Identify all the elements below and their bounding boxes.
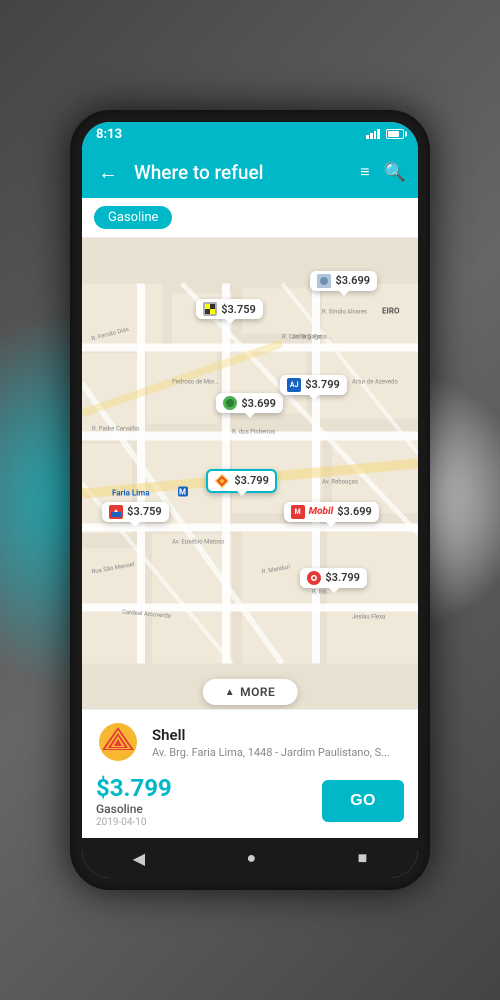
signal-icon (366, 129, 380, 139)
filter-icon[interactable]: ≡ (360, 162, 369, 182)
more-button[interactable]: ▲ MORE (203, 679, 298, 705)
station-name: Shell (152, 726, 404, 744)
more-label: MORE (240, 685, 275, 699)
svg-text:R. Simão Alvares: R. Simão Alvares (322, 309, 367, 316)
svg-text:Av. Rebouças: Av. Rebouças (322, 479, 358, 486)
back-button[interactable]: ← (94, 156, 122, 189)
pin-price-6: $3.759 (127, 505, 162, 518)
svg-text:M: M (179, 488, 186, 497)
price-pin-1[interactable]: $3.759 (196, 299, 263, 319)
status-icons (366, 129, 404, 139)
price-pin-7[interactable]: M Mobil $3.699 (284, 502, 379, 522)
gasoline-filter-chip[interactable]: Gasoline (94, 206, 172, 229)
svg-text:Jeslau Flexa: Jeslau Flexa (352, 614, 385, 621)
nav-back-button[interactable]: ◀ (113, 843, 165, 874)
svg-text:Av. Eusébio Matoso: Av. Eusébio Matoso (172, 539, 225, 546)
svg-text:Artur de Azevedo: Artur de Azevedo (352, 379, 398, 386)
pin-logo-6 (109, 505, 123, 519)
svg-text:R. dos Pinheiros: R. dos Pinheiros (232, 429, 275, 436)
mobil-label: Mobil (309, 506, 334, 517)
pin-price-4: $3.799 (305, 378, 340, 391)
svg-text:Pedroso de Mor...: Pedroso de Mor... (172, 379, 219, 386)
pin-logo-8 (307, 571, 321, 585)
station-logo-wrap (96, 720, 140, 764)
price-date: 2019-04-10 (96, 817, 172, 828)
svg-text:Av. Brg. Faria...: Av. Brg. Faria... (292, 334, 332, 341)
station-info: Shell Av. Brg. Faria Lima, 1448 - Jardim… (152, 726, 404, 759)
pin-logo-shell (214, 473, 230, 489)
more-chevron: ▲ (225, 687, 235, 698)
pin-logo-mobil: M (291, 505, 305, 519)
pin-logo-1 (203, 302, 217, 316)
nav-recents-button[interactable]: ■ (338, 842, 388, 874)
page-title: Where to refuel (134, 161, 348, 184)
svg-text:Faria Lima: Faria Lima (112, 489, 150, 498)
nav-home-button[interactable]: ● (226, 842, 276, 874)
pin-logo-2 (317, 274, 331, 288)
pin-price-1: $3.759 (221, 303, 256, 316)
price-pin-6[interactable]: $3.759 (102, 502, 169, 522)
station-address: Av. Brg. Faria Lima, 1448 - Jardim Pauli… (152, 746, 404, 759)
battery-icon (386, 129, 404, 139)
pin-price-5: $3.799 (234, 474, 269, 487)
shell-logo-icon (98, 722, 138, 762)
station-price-row: $3.799 Gasoline 2019-04-10 GO (96, 774, 404, 828)
station-header: Shell Av. Brg. Faria Lima, 1448 - Jardim… (96, 720, 404, 764)
price-pin-8[interactable]: $3.799 (300, 568, 367, 588)
nav-bar: ◀ ● ■ (82, 838, 418, 878)
filter-bar: Gasoline (82, 198, 418, 238)
go-button[interactable]: GO (322, 780, 404, 822)
pin-logo-3 (223, 396, 237, 410)
phone-frame: 8:13 ← Where to refuel ≡ 🔍 (70, 110, 430, 890)
search-icon[interactable]: 🔍 (384, 162, 406, 183)
pin-price-7: $3.699 (337, 505, 372, 518)
pin-logo-4: AJ (287, 378, 301, 392)
price-fuel: Gasoline (96, 802, 172, 816)
filter-chip-label: Gasoline (108, 210, 158, 225)
map-container: Faria Lima M R. Fernão Dias R. Padre Car… (82, 238, 418, 709)
pin-price-2: $3.699 (335, 274, 370, 287)
price-pin-3[interactable]: $3.699 (216, 393, 283, 413)
phone-screen: 8:13 ← Where to refuel ≡ 🔍 (82, 122, 418, 878)
pin-price-8: $3.799 (325, 571, 360, 584)
pin-price-3: $3.699 (241, 397, 276, 410)
price-pin-2[interactable]: $3.699 (310, 271, 377, 291)
price-pin-5[interactable]: $3.799 (206, 469, 277, 493)
svg-text:R. Padre Carvalho: R. Padre Carvalho (92, 426, 140, 433)
status-time: 8:13 (96, 127, 122, 142)
svg-text:EIRO: EIRO (382, 307, 400, 316)
station-card: Shell Av. Brg. Faria Lima, 1448 - Jardim… (82, 709, 418, 838)
status-bar: 8:13 (82, 122, 418, 146)
price-info: $3.799 Gasoline 2019-04-10 (96, 774, 172, 828)
price-pin-4[interactable]: AJ $3.799 (280, 375, 347, 395)
top-icons: ≡ 🔍 (360, 162, 406, 183)
price-value: $3.799 (96, 774, 172, 802)
top-bar: ← Where to refuel ≡ 🔍 (82, 146, 418, 198)
